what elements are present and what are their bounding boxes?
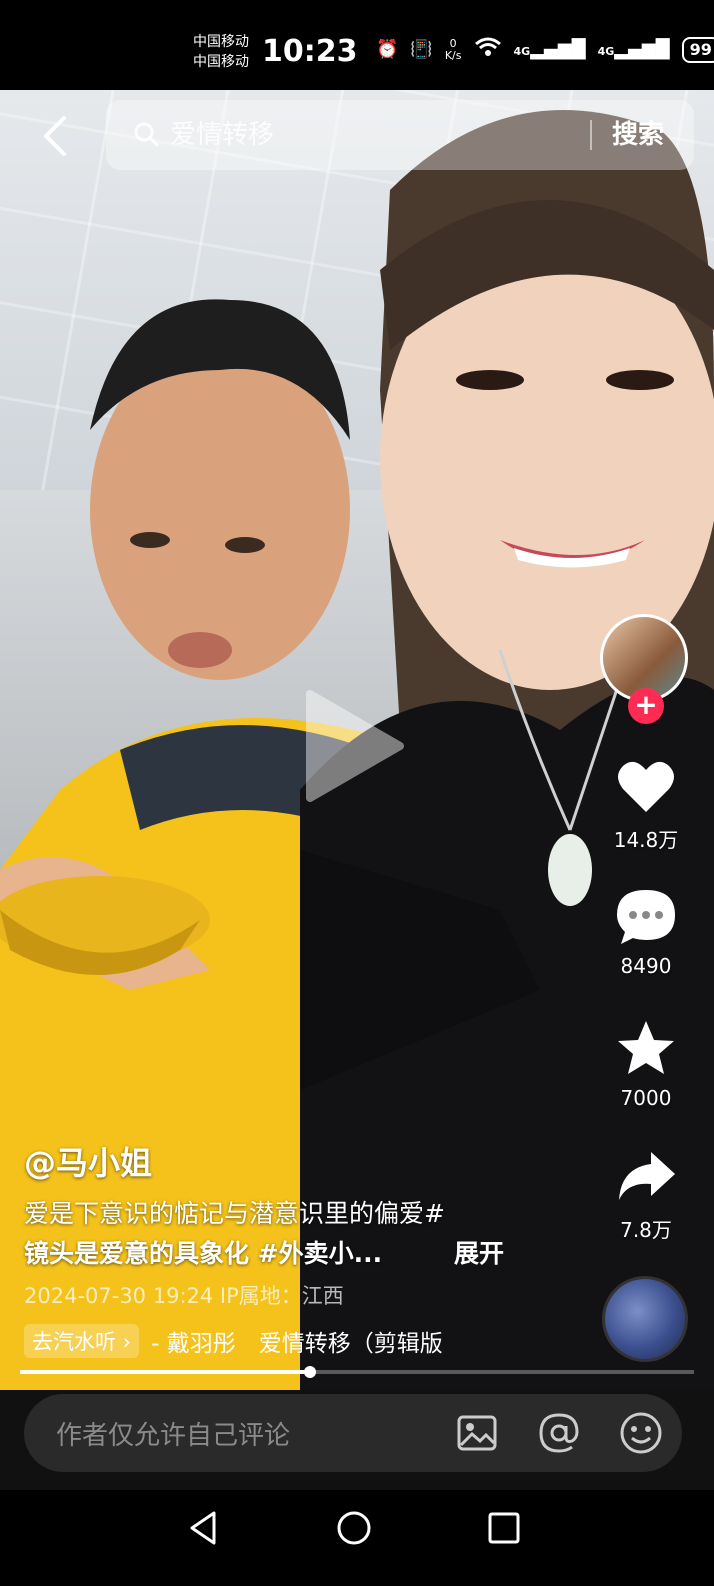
description-line-2: 镜头是爱意的具象化 #外卖小... [24,1239,383,1268]
progress-handle[interactable] [303,1366,316,1378]
like-button[interactable]: 14.8万 [596,756,696,853]
post-meta: 2024-07-30 19:24 IP属地：江西 [24,1284,344,1308]
share-button[interactable]: 7.8万 [596,1146,696,1243]
circle-home-icon[interactable] [334,1508,374,1548]
carrier-labels: 中国移动 中国移动 [193,32,249,72]
star-icon [618,1021,674,1074]
heart-icon [618,761,674,812]
share-arrow-icon [619,1152,675,1200]
favorite-button[interactable]: 7000 [596,1018,696,1110]
comment-placeholder: 作者仅允许自己评论 [56,1421,291,1451]
play-icon[interactable] [300,686,410,806]
vibrate-icon: 📳 [410,39,433,60]
follow-button[interactable]: + [628,688,664,724]
like-count: 14.8万 [613,828,679,852]
image-icon[interactable] [454,1410,500,1456]
description-line-1: 爱是下意识的惦记与潜意识里的偏爱# [24,1199,445,1228]
back-arrow-icon[interactable] [34,112,74,160]
wifi-icon [474,36,502,63]
clock: 10:23 [262,34,358,69]
net-speed: 0 K/s [444,36,462,62]
search-divider [590,120,592,150]
music-app-chip[interactable]: 去汽水听 › [24,1324,140,1358]
status-bar: 中国移动 中国移动 10:23 ⏰ 📳 0 K/s 4G▂▄▆█ 4G▂▄▆█ … [0,0,714,90]
carrier-1: 中国移动 [193,34,249,50]
music-row[interactable]: 去汽水听 › - 戴羽彤 爱情转移（剪辑版 [24,1322,508,1360]
net-speed-value: 0 [449,36,457,50]
alarm-icon: ⏰ [376,39,399,60]
signal-icon-2: 4G▂▄▆█ [597,39,670,60]
search-button[interactable]: 搜索 [612,114,664,151]
carrier-2: 中国移动 [193,54,249,70]
share-count: 7.8万 [620,1218,672,1242]
progress-bar[interactable] [20,1366,694,1378]
music-disc[interactable] [602,1276,688,1362]
search-icon [134,122,159,147]
battery-indicator: 99 [681,36,714,63]
comment-bubble-icon [617,890,675,944]
favorite-count: 7000 [620,1086,672,1110]
music-title: - 戴羽彤 爱情转移（剪辑版 [151,1331,443,1357]
comment-count: 8490 [620,954,672,978]
triangle-back-icon[interactable] [184,1508,224,1548]
comment-button[interactable]: 8490 [596,886,696,978]
emoji-icon[interactable] [618,1410,664,1456]
square-recent-icon[interactable] [484,1508,524,1548]
progress-fill [20,1370,310,1374]
search-input[interactable]: 爱情转移 [170,114,274,151]
net-speed-unit: K/s [444,48,462,62]
author-name[interactable]: @马小姐 [24,1138,152,1184]
at-icon[interactable] [536,1410,582,1456]
status-icons: ⏰ 📳 0 K/s 4G▂▄▆█ 4G▂▄▆█ 99 ⚡ [376,36,714,63]
signal-icon-1: 4G▂▄▆█ [513,39,586,60]
expand-button[interactable]: 展开 [454,1234,504,1270]
